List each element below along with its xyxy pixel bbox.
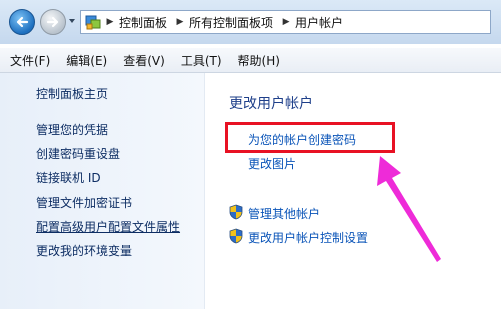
page-title: 更改用户帐户 [229, 96, 313, 112]
breadcrumb[interactable]: ▶ 控制面板 ▶ 所有控制面板项 ▶ 用户帐户 [80, 10, 491, 34]
recent-pages-dropdown[interactable] [68, 16, 76, 26]
breadcrumb-separator: ▶ [282, 17, 290, 27]
forward-button[interactable] [40, 9, 66, 35]
menu-edit[interactable]: 编辑(E) [56, 52, 113, 69]
uac-settings-link[interactable]: 更改用户帐户控制设置 [248, 229, 368, 246]
sidebar-item-home[interactable]: 控制面板主页 [36, 85, 108, 102]
main-content: 更改用户帐户 为您的帐户创建密码 更改图片 管理其他帐户 更改用户帐户控制设置 [205, 73, 501, 309]
breadcrumb-item-control-panel[interactable]: ▶ 控制面板 [103, 14, 173, 31]
sidebar-item-advanced-profile[interactable]: 配置高级用户配置文件属性 [36, 218, 180, 235]
change-picture-link[interactable]: 更改图片 [248, 155, 296, 172]
menu-bar: 文件(F) 编辑(E) 查看(V) 工具(T) 帮助(H) [0, 48, 501, 73]
sidebar-item-link-online-id[interactable]: 链接联机 ID [36, 169, 101, 186]
sidebar-item-encryption-certificates[interactable]: 管理文件加密证书 [36, 194, 132, 211]
breadcrumb-separator: ▶ [176, 17, 184, 27]
menu-tools[interactable]: 工具(T) [171, 52, 228, 69]
highlight-box [225, 122, 395, 153]
breadcrumb-separator: ▶ [106, 17, 114, 27]
breadcrumb-item-all-items[interactable]: ▶ 所有控制面板项 [173, 14, 279, 31]
back-arrow-icon [16, 16, 29, 28]
menu-view[interactable]: 查看(V) [113, 52, 171, 69]
menu-file[interactable]: 文件(F) [0, 52, 56, 69]
sidebar: 控制面板主页 管理您的凭据 创建密码重设盘 链接联机 ID 管理文件加密证书 配… [0, 73, 205, 309]
back-button[interactable] [9, 9, 35, 35]
address-bar: ▶ 控制面板 ▶ 所有控制面板项 ▶ 用户帐户 [0, 0, 501, 44]
breadcrumb-item-user-accounts[interactable]: ▶ 用户帐户 [279, 14, 349, 31]
sidebar-item-password-reset-disk[interactable]: 创建密码重设盘 [36, 145, 120, 162]
forward-arrow-icon [46, 16, 59, 28]
sidebar-item-environment-variables[interactable]: 更改我的环境变量 [36, 242, 132, 259]
manage-other-accounts-link[interactable]: 管理其他帐户 [248, 205, 320, 222]
uac-shield-icon [229, 228, 243, 244]
uac-shield-icon [229, 204, 243, 220]
sidebar-item-manage-credentials[interactable]: 管理您的凭据 [36, 121, 108, 138]
menu-help[interactable]: 帮助(H) [228, 52, 286, 69]
control-panel-icon [85, 15, 101, 30]
